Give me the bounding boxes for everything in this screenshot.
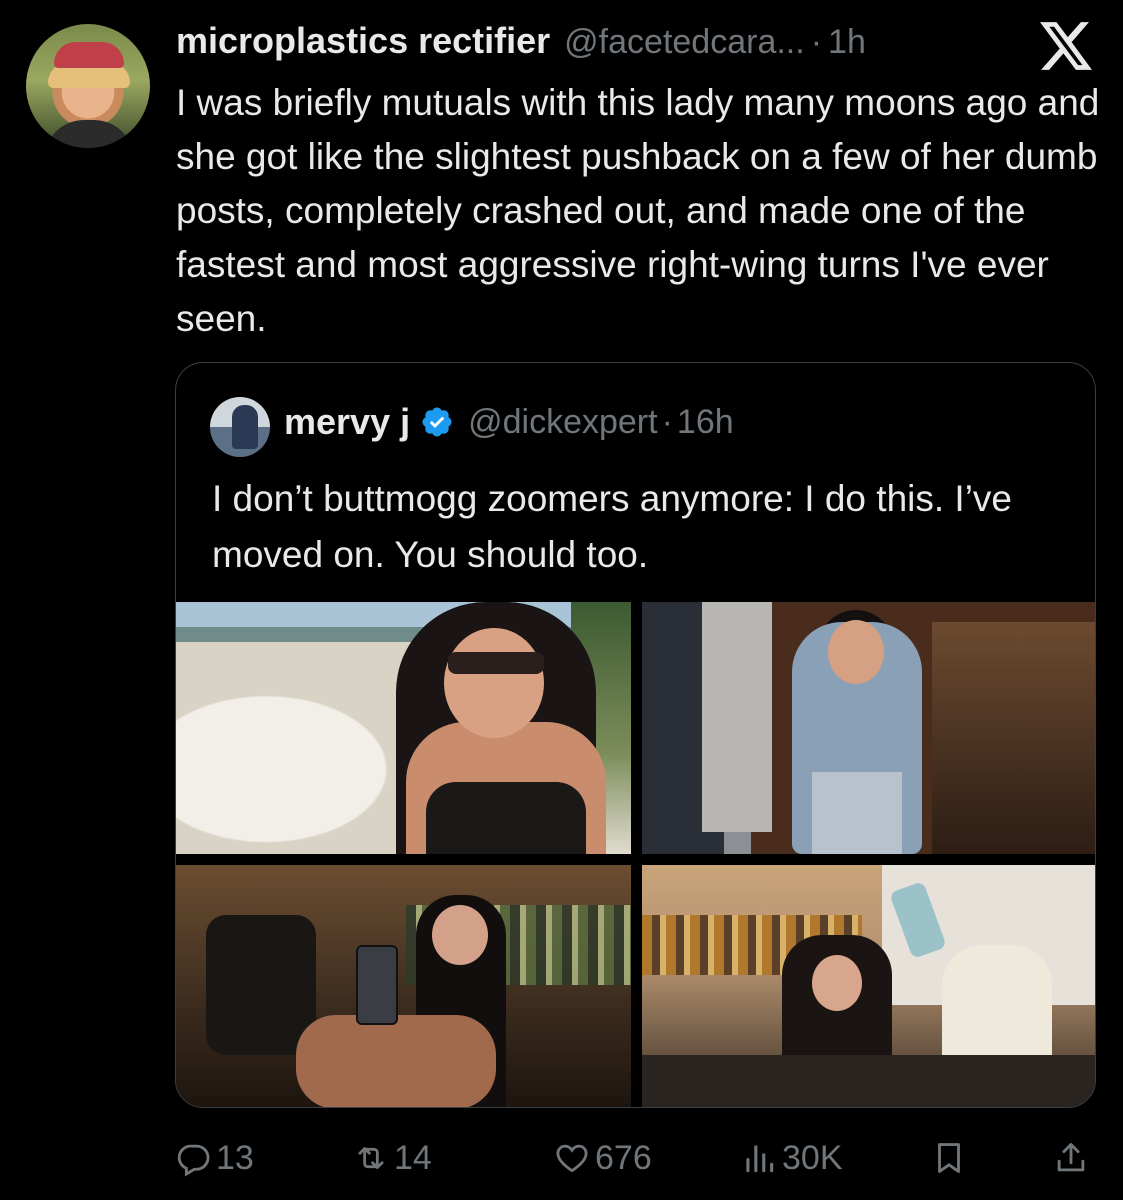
author-handle[interactable]: @facetedcara... [564, 23, 805, 62]
reply-button[interactable]: 13 [174, 1130, 254, 1186]
heart-icon [556, 1144, 588, 1173]
media-photo-1[interactable] [176, 602, 631, 854]
media-photo-4[interactable] [642, 865, 1095, 1107]
like-button[interactable]: 676 [553, 1130, 652, 1186]
views-count: 30K [782, 1138, 843, 1177]
bookmark-button[interactable] [930, 1130, 968, 1186]
tweet-body-text: I was briefly mutuals with this lady man… [176, 82, 1100, 339]
reply-count: 13 [216, 1138, 254, 1177]
tweet-header: microplastics rectifier @facetedcara... … [176, 20, 866, 64]
quoted-tweet-card[interactable]: mervy j @dickexpert · 16h I don’t buttmo… [175, 362, 1096, 1108]
verified-badge-icon [422, 407, 452, 437]
quoted-tweet-timestamp[interactable]: 16h [677, 403, 734, 442]
quoted-author-display-name[interactable]: mervy j [284, 401, 410, 443]
author-avatar[interactable] [26, 24, 150, 148]
views-icon [746, 1145, 774, 1173]
share-icon [1057, 1143, 1085, 1172]
tweet-timestamp[interactable]: 1h [828, 23, 866, 62]
separator-dot: · [661, 402, 673, 441]
quoted-author-avatar[interactable] [210, 397, 270, 457]
quoted-tweet-text: I don’t buttmogg zoomers anymore: I do t… [212, 478, 1012, 575]
repost-icon [358, 1147, 384, 1169]
media-grid [176, 602, 1095, 1107]
like-count: 676 [595, 1138, 652, 1177]
quoted-tweet-header: mervy j @dickexpert · 16h [284, 401, 734, 443]
author-display-name[interactable]: microplastics rectifier [176, 20, 550, 62]
x-logo-icon [1040, 22, 1092, 70]
repost-button[interactable]: 14 [352, 1130, 432, 1186]
views-button[interactable]: 30K [740, 1130, 843, 1186]
media-photo-3[interactable] [176, 865, 631, 1107]
tweet-action-bar: 13 14 676 30K [0, 1130, 1123, 1190]
separator-dot: · [810, 23, 823, 61]
media-photo-2[interactable] [642, 602, 1095, 854]
reply-icon [177, 1144, 210, 1177]
quoted-author-handle[interactable]: @dickexpert [468, 403, 657, 442]
share-button[interactable] [1052, 1130, 1090, 1186]
bookmark-icon [938, 1143, 960, 1173]
repost-count: 14 [394, 1138, 432, 1177]
